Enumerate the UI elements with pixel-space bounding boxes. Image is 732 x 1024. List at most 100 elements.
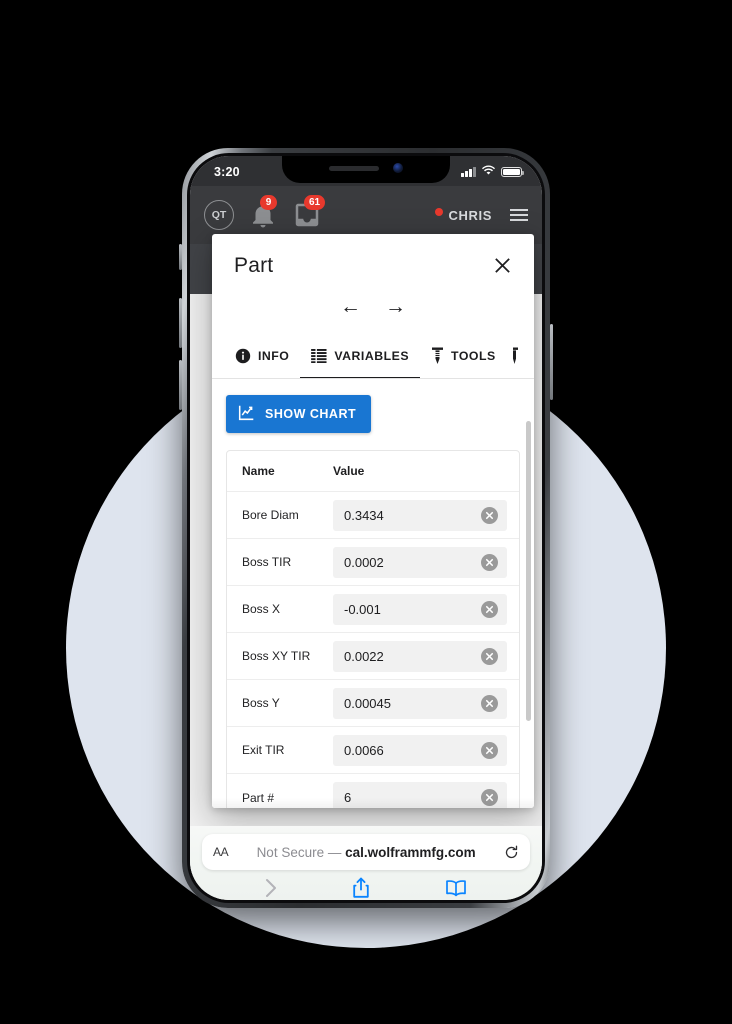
- column-header-name: Name: [242, 464, 275, 478]
- phone-device: 3:20 QT 9 61 CHRIS Part ← → INFO VARIABL…: [179, 148, 553, 908]
- volume-down-button[interactable]: [179, 360, 182, 410]
- app-logo-icon[interactable]: QT: [204, 200, 234, 230]
- show-chart-button[interactable]: SHOW CHART: [226, 395, 372, 433]
- table-row: Part # 6: [227, 774, 519, 808]
- variable-name: Part #: [242, 790, 275, 805]
- battery-icon: [501, 166, 524, 178]
- browser-bottom-bar: AA Not Secure — cal.wolframmfg.com: [190, 826, 542, 900]
- variable-value-cell: 6: [333, 782, 519, 808]
- clear-field-icon[interactable]: [481, 600, 498, 618]
- variable-name: Boss TIR: [242, 555, 292, 569]
- variable-value-input[interactable]: 0.3434: [333, 499, 507, 531]
- screenshot-stage: 3:20 QT 9 61 CHRIS Part ← → INFO VARIABL…: [0, 0, 732, 1024]
- variable-value-cell: -0.001: [333, 593, 519, 625]
- variable-name: Bore Diam: [242, 508, 299, 522]
- bell-icon[interactable]: 9: [248, 195, 278, 230]
- clear-field-icon[interactable]: [481, 506, 498, 524]
- power-button[interactable]: [550, 324, 553, 400]
- url-text: Not Secure — cal.wolframmfg.com: [228, 845, 504, 860]
- phone-screen: 3:20 QT 9 61 CHRIS Part ← → INFO VARIABL…: [190, 156, 542, 900]
- variable-value-input[interactable]: 0.0066: [333, 734, 507, 766]
- variable-value-cell: 0.0066: [333, 734, 519, 766]
- table-row: Boss XY TIR 0.0022: [227, 633, 519, 680]
- variable-name: Boss X: [242, 602, 281, 616]
- inbox-badge: 61: [304, 195, 326, 210]
- page-title: Part: [234, 254, 274, 277]
- user-name-label[interactable]: CHRIS: [434, 207, 494, 223]
- table-row: Bore Diam 0.3434: [227, 492, 519, 539]
- mute-switch[interactable]: [179, 244, 182, 270]
- tab-variables[interactable]: VARIABLES: [300, 333, 420, 378]
- variable-value-text: 0.00045: [344, 695, 391, 711]
- arrow-right-icon[interactable]: →: [385, 296, 406, 317]
- alert-dot-icon: [434, 207, 443, 216]
- variable-value-input[interactable]: 0.00045: [333, 687, 507, 719]
- bell-badge: 9: [260, 195, 277, 210]
- url-domain: cal.wolframmfg.com: [345, 844, 476, 860]
- arrow-left-icon[interactable]: ←: [340, 296, 361, 317]
- device-bezel: 3:20 QT 9 61 CHRIS Part ← → INFO VARIABL…: [187, 153, 545, 903]
- show-chart-label: SHOW CHART: [265, 407, 357, 421]
- tab-tools[interactable]: TOOLS: [420, 333, 507, 378]
- screw-icon-partial: [512, 347, 519, 365]
- front-camera-icon: [393, 163, 403, 173]
- list-icon: [311, 348, 327, 363]
- notch: [282, 156, 450, 183]
- part-modal: Part ← → INFO VARIABLES TOOLS SHOW CHART…: [212, 234, 534, 808]
- hamburger-menu-icon[interactable]: [510, 209, 528, 221]
- tab-overflow[interactable]: [507, 333, 519, 378]
- tab-info[interactable]: INFO: [224, 333, 300, 378]
- clear-field-icon[interactable]: [481, 647, 498, 665]
- variable-name: Boss Y: [242, 696, 280, 710]
- book-icon[interactable]: [445, 879, 467, 897]
- table-rows: Bore Diam 0.3434 Boss TIR 0.0002 Boss X -0.00…: [227, 492, 519, 808]
- variable-value-text: 0.0002: [344, 554, 384, 570]
- browser-toolbar: [190, 876, 542, 900]
- tab-info-label: INFO: [258, 348, 290, 363]
- close-icon[interactable]: [491, 254, 514, 277]
- record-navigation: ← →: [212, 278, 534, 333]
- column-header-value: Value: [333, 464, 365, 478]
- modal-tabs: INFO VARIABLES TOOLS: [212, 333, 534, 379]
- clear-field-icon[interactable]: [481, 741, 498, 759]
- tab-tools-label: TOOLS: [451, 348, 496, 363]
- variable-value-cell: 0.0002: [333, 546, 519, 578]
- table-row: Exit TIR 0.0066: [227, 727, 519, 774]
- modal-header: Part: [212, 234, 534, 278]
- address-bar[interactable]: AA Not Secure — cal.wolframmfg.com: [202, 834, 530, 870]
- table-header-row: Name Value: [227, 451, 519, 492]
- variable-value-input[interactable]: -0.001: [333, 593, 507, 625]
- variable-name: Boss XY TIR: [242, 649, 311, 663]
- variable-value-cell: 0.0022: [333, 640, 519, 672]
- variable-value-input[interactable]: 0.0022: [333, 640, 507, 672]
- scrollbar[interactable]: [526, 421, 531, 802]
- security-label: Not Secure —: [256, 844, 346, 860]
- inbox-icon[interactable]: 61: [292, 195, 326, 230]
- reload-icon[interactable]: [504, 845, 519, 860]
- clear-field-icon[interactable]: [481, 694, 498, 712]
- status-bar-indicators: [461, 163, 524, 179]
- variable-name: Exit TIR: [242, 743, 285, 757]
- wifi-icon: [481, 165, 496, 179]
- variable-value-input[interactable]: 6: [333, 782, 507, 808]
- variables-table: Name Value Bore Diam 0.3434 Boss TIR 0.0002…: [226, 450, 520, 808]
- variables-panel: SHOW CHART Name Value Bore Diam 0.3434 Bos…: [212, 379, 534, 808]
- table-row: Boss X -0.001: [227, 586, 519, 633]
- clear-field-icon[interactable]: [481, 553, 498, 571]
- variable-value-text: 0.0022: [344, 648, 384, 664]
- variable-value-cell: 0.00045: [333, 687, 519, 719]
- text-size-label: AA: [213, 845, 229, 859]
- variable-value-text: 0.0066: [344, 742, 384, 758]
- table-row: Boss TIR 0.0002: [227, 539, 519, 586]
- clear-field-icon[interactable]: [481, 789, 498, 806]
- earpiece-speaker-icon: [329, 165, 379, 171]
- chevron-right-icon[interactable]: [265, 878, 278, 898]
- volume-up-button[interactable]: [179, 298, 182, 348]
- variable-value-input[interactable]: 0.0002: [333, 546, 507, 578]
- text-size-icon[interactable]: AA: [213, 845, 229, 859]
- chart-icon: [238, 404, 255, 424]
- status-bar-time: 3:20: [214, 165, 240, 179]
- variable-value-cell: 0.3434: [333, 499, 519, 531]
- variable-value-text: 6: [344, 790, 352, 805]
- share-icon[interactable]: [352, 877, 370, 899]
